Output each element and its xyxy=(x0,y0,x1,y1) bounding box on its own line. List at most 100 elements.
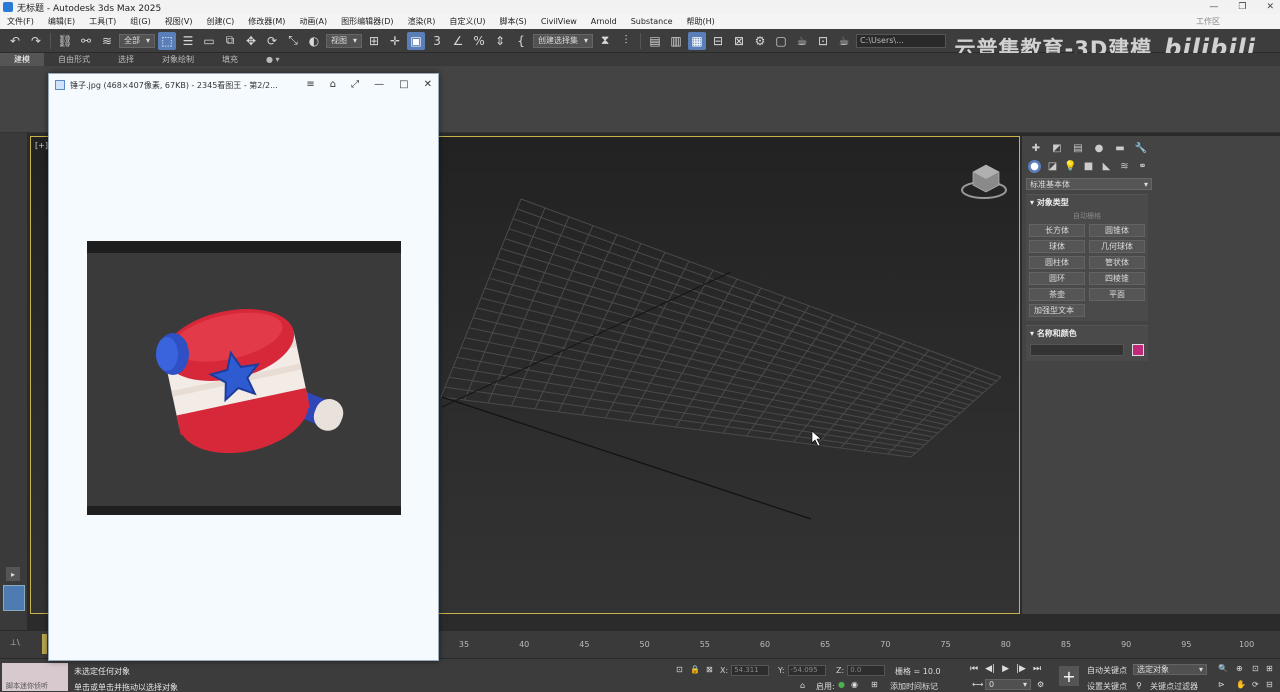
play-icon[interactable]: ▶ xyxy=(1002,664,1009,674)
go-to-end-icon[interactable]: ⏭ xyxy=(1033,664,1041,674)
viewer-maximize-button[interactable]: □ xyxy=(399,79,408,90)
keyboard-shortcut-override-icon[interactable]: ▣ xyxy=(407,31,426,50)
select-by-name-icon[interactable]: ☰ xyxy=(179,32,197,50)
toggle-ribbon-icon[interactable]: ▥ xyxy=(667,32,685,50)
lock-selection-icon[interactable]: 🔒 xyxy=(690,665,700,674)
object-category-dropdown[interactable]: 标准基本体 ▾ xyxy=(1026,178,1152,190)
pan-icon[interactable]: ✋ xyxy=(1236,680,1246,689)
maximize-viewport-icon[interactable]: ⊟ xyxy=(1266,680,1273,689)
menu-civilview[interactable]: CivilView xyxy=(534,17,584,26)
scale-icon[interactable]: ⤡ xyxy=(284,32,302,50)
hierarchy-tab-icon[interactable]: ▤ xyxy=(1072,142,1084,154)
angle-snap-icon[interactable]: ∠ xyxy=(449,32,467,50)
material-editor-icon[interactable]: ⊠ xyxy=(730,32,748,50)
utilities-tab-icon[interactable]: 🔧 xyxy=(1135,142,1147,154)
tab-modeling[interactable]: 建模 xyxy=(0,53,44,66)
geosphere-button[interactable]: 几何球体 xyxy=(1089,240,1145,253)
plane-button[interactable]: 平面 xyxy=(1089,288,1145,301)
workspace-label[interactable]: 工作区 xyxy=(1196,16,1220,27)
menu-views[interactable]: 视图(V) xyxy=(158,16,200,27)
menu-scripting[interactable]: 脚本(S) xyxy=(492,16,533,27)
menu-arnold[interactable]: Arnold xyxy=(584,17,624,26)
align-icon[interactable]: ⫶ xyxy=(617,32,635,50)
bind-spacewarp-icon[interactable]: ≋ xyxy=(98,32,116,50)
z-field[interactable]: 0.0 xyxy=(847,665,886,676)
sphere-button[interactable]: 球体 xyxy=(1029,240,1085,253)
menu-animation[interactable]: 动画(A) xyxy=(292,16,334,27)
object-name-field[interactable] xyxy=(1030,344,1125,356)
viewer-home-button[interactable]: ⌂ xyxy=(330,79,336,90)
rectangle-selection-icon[interactable]: ▭ xyxy=(200,32,218,50)
maxscript-listener[interactable]: 脚本迷你侦听 xyxy=(2,663,68,691)
menu-group[interactable]: 组(G) xyxy=(123,16,157,27)
edit-named-selection-icon[interactable]: { xyxy=(512,32,530,50)
tab-selection[interactable]: 选择 xyxy=(104,53,148,66)
motion-tab-icon[interactable]: ● xyxy=(1093,142,1105,154)
time-tag-icon[interactable]: ◉ xyxy=(851,680,858,689)
menu-help[interactable]: 帮助(H) xyxy=(680,16,722,27)
y-field[interactable]: -54.095 xyxy=(787,665,826,676)
spinner-snap-icon[interactable]: ⇕ xyxy=(491,32,509,50)
menu-modifiers[interactable]: 修改器(M) xyxy=(241,16,292,27)
box-button[interactable]: 长方体 xyxy=(1029,224,1085,237)
snaps-toggle-icon[interactable]: 3 xyxy=(428,32,446,50)
move-icon[interactable]: ✥ xyxy=(242,32,260,50)
previous-frame-icon[interactable]: ◀| xyxy=(985,664,995,674)
minimize-button[interactable]: — xyxy=(1209,2,1218,12)
cone-button[interactable]: 圆锥体 xyxy=(1089,224,1145,237)
selection-filter-dropdown[interactable]: 全部 ▾ xyxy=(119,33,156,48)
tab-freeform[interactable]: 自由形式 xyxy=(44,53,104,66)
close-button[interactable]: ✕ xyxy=(1266,2,1274,12)
pivot-center-icon[interactable]: ⊞ xyxy=(365,32,383,50)
lights-icon[interactable]: 💡 xyxy=(1064,160,1077,173)
render-setup-icon[interactable]: ⚙ xyxy=(751,32,769,50)
systems-icon[interactable]: ⚭ xyxy=(1136,160,1149,173)
tube-button[interactable]: 管状体 xyxy=(1089,256,1145,269)
zoom-icon[interactable]: 🔍 xyxy=(1218,664,1228,673)
auto-key-button[interactable]: 自动关键点 xyxy=(1087,665,1127,676)
window-crossing-icon[interactable]: ⧉ xyxy=(221,32,239,50)
cameras-icon[interactable]: ■ xyxy=(1082,160,1095,173)
menu-tools[interactable]: 工具(T) xyxy=(82,16,123,27)
viewer-minimize-button[interactable]: — xyxy=(374,79,384,90)
menu-rendering[interactable]: 渲染(R) xyxy=(401,16,443,27)
link-icon[interactable]: ⛓ xyxy=(56,32,74,50)
absolute-mode-icon[interactable]: ⊠ xyxy=(706,665,713,674)
shapes-icon[interactable]: ◪ xyxy=(1046,160,1059,173)
reference-coordinate-dropdown[interactable]: 视图 ▾ xyxy=(326,33,363,48)
teapot-button[interactable]: 茶壶 xyxy=(1029,288,1085,301)
undo-icon[interactable]: ↶ xyxy=(6,32,24,50)
time-configuration-icon[interactable]: ⚙ xyxy=(1037,680,1044,689)
add-time-tag[interactable]: 添加时间标记 xyxy=(890,681,938,692)
menu-create[interactable]: 创建(C) xyxy=(199,16,241,27)
pyramid-button[interactable]: 四棱锥 xyxy=(1089,272,1145,285)
time-slider-handle[interactable] xyxy=(42,634,47,654)
geometry-icon[interactable]: ● xyxy=(1028,160,1041,173)
menu-file[interactable]: 文件(F) xyxy=(0,16,41,27)
ribbon-options-icon[interactable]: ● ▾ xyxy=(252,53,294,66)
tab-object-paint[interactable]: 对象绘制 xyxy=(148,53,208,66)
zoom-all-icon[interactable]: ⊕ xyxy=(1236,664,1243,673)
rotate-icon[interactable]: ⟳ xyxy=(263,32,281,50)
torus-button[interactable]: 圆环 xyxy=(1029,272,1085,285)
restore-button[interactable]: ❐ xyxy=(1238,2,1246,12)
manipulate-icon[interactable]: ✛ xyxy=(386,32,404,50)
zoom-extents-icon[interactable]: ⊡ xyxy=(1252,664,1259,673)
tab-populate[interactable]: 填充 xyxy=(208,53,252,66)
render-iterative-icon[interactable]: ⊡ xyxy=(814,32,832,50)
named-selection-set-dropdown[interactable]: 创建选择集 ▾ xyxy=(533,33,594,48)
orbit-icon[interactable]: ⟳ xyxy=(1252,680,1259,689)
zoom-extents-all-icon[interactable]: ⊞ xyxy=(1266,664,1273,673)
go-to-start-icon[interactable]: ⏮ xyxy=(970,664,978,674)
modify-tab-icon[interactable]: ◩ xyxy=(1051,142,1063,154)
text-plus-button[interactable]: 加强型文本 xyxy=(1029,304,1085,317)
key-icon[interactable]: ⊞ xyxy=(871,680,878,689)
menu-customize[interactable]: 自定义(U) xyxy=(442,16,492,27)
x-field[interactable]: 54.311 xyxy=(731,665,770,676)
key-filters-icon[interactable]: ⚲ xyxy=(1136,681,1142,690)
render-production-icon[interactable]: ☕ xyxy=(793,32,811,50)
object-type-title[interactable]: ▾ 对象类型 xyxy=(1026,195,1148,210)
helpers-icon[interactable]: ◣ xyxy=(1100,160,1113,173)
set-key-button[interactable]: 设置关键点 xyxy=(1087,681,1127,692)
object-color-swatch[interactable] xyxy=(1132,344,1144,356)
